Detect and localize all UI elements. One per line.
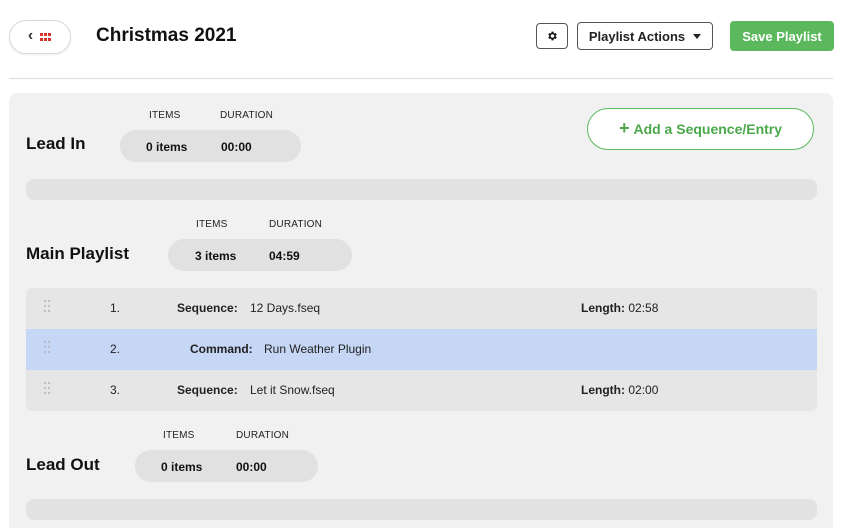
lead-out-title: Lead Out: [26, 455, 100, 474]
drag-handle-icon[interactable]: [44, 341, 50, 355]
main-stats: 3 items 04:59: [168, 239, 352, 271]
lead-in-items-header: ITEMS: [149, 110, 181, 121]
entry-length-value: 02:00: [628, 383, 659, 397]
entry-name: Let it Snow.fseq: [250, 383, 335, 397]
entry-name: Run Weather Plugin: [264, 342, 372, 356]
entry-type-label: Sequence:: [177, 383, 238, 397]
chevron-left-icon: ‹: [27, 27, 34, 44]
lead-out-items-header: ITEMS: [163, 430, 195, 441]
gear-icon: [548, 31, 557, 41]
main-duration: 04:59: [269, 249, 300, 263]
entry-length: Length: 02:58: [581, 301, 658, 315]
lead-out-items: 0 items: [161, 460, 203, 474]
plus-icon: +: [618, 118, 630, 138]
lead-out-stats: 0 items 00:00: [135, 450, 318, 482]
entry-name: 12 Days.fseq: [250, 301, 321, 315]
drag-handle-icon[interactable]: [44, 382, 50, 396]
entry-number: 2.: [110, 342, 121, 356]
entry-length-value: 02:58: [628, 301, 659, 315]
lead-out-duration-header: DURATION: [236, 430, 290, 441]
main-items-header: ITEMS: [196, 219, 228, 230]
entry-number: 3.: [110, 383, 121, 397]
playlist-panel: Lead In ITEMS DURATION 0 items 00:00 + A…: [9, 93, 833, 528]
main-items: 3 items: [195, 249, 237, 263]
lead-in-items: 0 items: [146, 140, 188, 154]
playlist-entry-row-selected[interactable]: 2. Command: Run Weather Plugin: [26, 329, 817, 370]
entry-length-label: Length:: [581, 301, 625, 315]
add-sequence-entry-button[interactable]: + Add a Sequence/Entry: [587, 108, 814, 150]
lead-in-dropzone[interactable]: [26, 179, 817, 200]
lead-in-title: Lead In: [26, 134, 86, 153]
main-playlist-list: 1. Sequence: 12 Days.fseq Length: 02:58 …: [26, 288, 817, 411]
playlist-actions-dropdown[interactable]: Playlist Actions: [577, 22, 713, 50]
save-playlist-button[interactable]: Save Playlist: [730, 21, 834, 51]
playlist-entry-row[interactable]: 3. Sequence: Let it Snow.fseq Length: 02…: [26, 370, 817, 411]
entry-type-label: Command:: [190, 342, 253, 356]
main-duration-header: DURATION: [269, 219, 323, 230]
header-divider: [9, 78, 833, 79]
drag-handle-icon[interactable]: [44, 300, 50, 314]
playlist-actions-label: Playlist Actions: [588, 28, 686, 44]
main-playlist-title: Main Playlist: [26, 244, 129, 263]
caret-down-icon: [693, 33, 702, 39]
entry-type-label: Sequence:: [177, 301, 238, 315]
lead-in-duration: 00:00: [221, 140, 252, 154]
lead-in-stats: 0 items 00:00: [120, 130, 301, 162]
lead-in-duration-header: DURATION: [220, 110, 274, 121]
playlist-entry-row[interactable]: 1. Sequence: 12 Days.fseq Length: 02:58: [26, 288, 817, 329]
back-button[interactable]: ‹: [9, 20, 71, 54]
settings-button[interactable]: [536, 23, 568, 49]
entry-length: Length: 02:00: [581, 383, 658, 397]
add-sequence-entry-label: Add a Sequence/Entry: [633, 121, 783, 137]
grid-icon: [40, 32, 52, 42]
page-title: Christmas 2021: [96, 25, 237, 46]
entry-length-label: Length:: [581, 383, 625, 397]
lead-out-duration: 00:00: [236, 460, 267, 474]
entry-number: 1.: [110, 301, 121, 315]
lead-out-dropzone[interactable]: [26, 499, 817, 520]
